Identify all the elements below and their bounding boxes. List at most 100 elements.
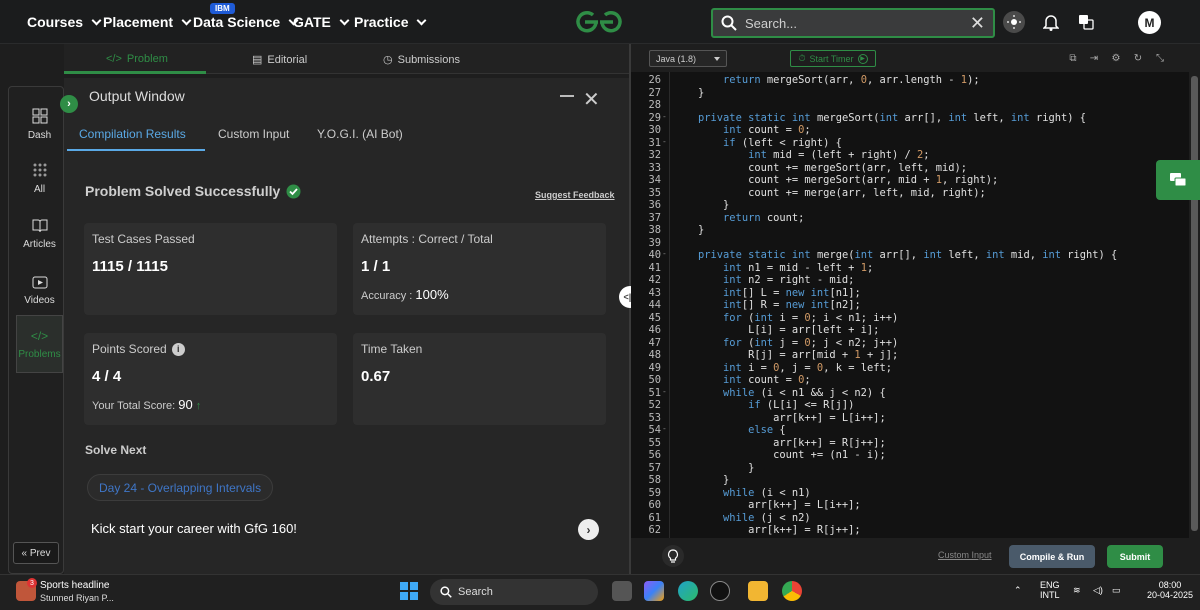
code-line[interactable]: 57 } [631, 462, 1189, 475]
code-line[interactable]: 32 int mid = (left + right) / 2; [631, 149, 1189, 162]
code-line[interactable]: 34 count += mergeSort(arr, mid + 1, righ… [631, 174, 1189, 187]
language-indicator[interactable]: ENG INTL [1040, 580, 1060, 600]
compile-run-button[interactable]: Compile & Run [1009, 545, 1095, 568]
taskbar-search[interactable]: Search [430, 579, 598, 605]
fullscreen-icon[interactable]: ⤡ [1154, 52, 1166, 64]
import-icon[interactable]: ⇥ [1088, 52, 1100, 64]
fold-toggle-icon[interactable]: - [662, 137, 667, 146]
language-select[interactable]: Java (1.8) [649, 50, 727, 67]
code-line[interactable]: 38 } [631, 224, 1189, 237]
nav-placement[interactable]: Placement [103, 14, 192, 30]
theme-toggle-icon[interactable] [1003, 11, 1025, 33]
scrollbar-thumb[interactable] [1191, 76, 1198, 531]
code-line[interactable]: 60 arr[k++] = L[i++]; [631, 499, 1189, 512]
reset-icon[interactable]: ↻ [1132, 52, 1144, 64]
chevron-up-icon[interactable]: ⌃ [1014, 585, 1022, 596]
copy-icon[interactable]: ⧉ [1067, 52, 1079, 64]
clock[interactable]: 08:00 20-04-2025 [1147, 580, 1193, 600]
code-line[interactable]: 44 int[] R = new int[n2]; [631, 299, 1189, 312]
battery-icon[interactable]: ▭ [1112, 585, 1121, 596]
minimize-icon[interactable] [560, 95, 574, 97]
code-line[interactable]: 37 return count; [631, 212, 1189, 225]
dell-icon[interactable] [710, 581, 730, 601]
code-line[interactable]: 33 count += mergeSort(arr, left, mid); [631, 162, 1189, 175]
fold-toggle-icon[interactable]: - [662, 249, 667, 258]
code-line[interactable]: 49 int i = 0, j = 0, k = left; [631, 362, 1189, 375]
code-editor[interactable]: 26 return mergeSort(arr, 0, arr.length -… [631, 72, 1189, 538]
fold-toggle-icon[interactable]: - [662, 387, 667, 396]
close-icon[interactable]: ✕ [583, 87, 600, 112]
nav-gate[interactable]: GATE [293, 14, 350, 30]
code-line[interactable]: 40- private static int merge(int arr[], … [631, 249, 1189, 262]
nav-practice[interactable]: Practice [354, 14, 427, 30]
sidebar-item-videos[interactable]: Videos [16, 263, 63, 319]
code-line[interactable]: 54- else { [631, 424, 1189, 437]
code-line[interactable]: 43 int[] L = new int[n1]; [631, 287, 1189, 300]
code-line[interactable]: 31- if (left < right) { [631, 137, 1189, 150]
copilot-icon[interactable] [644, 581, 664, 601]
code-line[interactable]: 30 int count = 0; [631, 124, 1189, 137]
code-line[interactable]: 42 int n2 = right - mid; [631, 274, 1189, 287]
code-line[interactable]: 55 arr[k++] = R[j++]; [631, 437, 1189, 450]
close-icon[interactable]: ✕ [970, 13, 985, 34]
tab-editorial[interactable]: ▤ Editorial [252, 53, 307, 67]
code-line[interactable]: 36 } [631, 199, 1189, 212]
code-line[interactable]: 51- while (i < n1 && j < n2) { [631, 387, 1189, 400]
code-line[interactable]: 59 while (i < n1) [631, 487, 1189, 500]
translate-icon[interactable] [1075, 11, 1097, 33]
code-line[interactable]: 41 int n1 = mid - left + 1; [631, 262, 1189, 275]
code-line[interactable]: 50 int count = 0; [631, 374, 1189, 387]
code-line[interactable]: 26 return mergeSort(arr, 0, arr.length -… [631, 74, 1189, 87]
edge-browser-icon[interactable] [678, 581, 698, 601]
code-line[interactable]: 28 [631, 99, 1189, 112]
file-explorer-icon[interactable] [748, 581, 768, 601]
code-line[interactable]: 35 count += merge(arr, left, mid, right)… [631, 187, 1189, 200]
chrome-icon[interactable] [782, 581, 802, 601]
fold-toggle-icon[interactable]: - [662, 112, 667, 121]
code-line[interactable]: 29- private static int mergeSort(int arr… [631, 112, 1189, 125]
sidebar-item-articles[interactable]: Articles [16, 206, 63, 262]
sidebar-item-all[interactable]: All [16, 150, 63, 206]
sidebar-item-problems[interactable]: </> Problems [16, 315, 63, 373]
chat-button[interactable] [1156, 160, 1200, 200]
tab-yogi-bot[interactable]: Y.O.G.I. (AI Bot) [317, 127, 403, 141]
submit-button[interactable]: Submit [1107, 545, 1163, 568]
sidebar-item-dash[interactable]: Dash [16, 96, 63, 152]
bell-icon[interactable] [1040, 11, 1062, 33]
tab-compilation-results[interactable]: Compilation Results [79, 127, 186, 141]
code-line[interactable]: 39 [631, 237, 1189, 250]
news-subtitle[interactable]: Stunned Riyan P... [40, 593, 114, 603]
nav-courses[interactable]: Courses [27, 14, 102, 30]
settings-icon[interactable]: ⚙ [1110, 52, 1122, 64]
news-title[interactable]: Sports headline [40, 580, 110, 591]
chevron-right-icon[interactable]: › [578, 519, 599, 540]
code-line[interactable]: 52 if (L[i] <= R[j]) [631, 399, 1189, 412]
tab-problem[interactable]: </> Problem [106, 53, 168, 65]
code-line[interactable]: 62 arr[k++] = R[j++]; [631, 524, 1189, 537]
nav-data-science[interactable]: Data Science [193, 14, 299, 30]
start-timer-button[interactable]: ⏱ Start Timer ▶ [790, 50, 876, 67]
windows-start-icon[interactable] [400, 582, 418, 600]
code-line[interactable]: 58 } [631, 474, 1189, 487]
editor-scrollbar[interactable] [1189, 72, 1200, 538]
expand-icon[interactable]: › [60, 95, 78, 113]
info-icon[interactable]: i [171, 342, 185, 356]
avatar[interactable]: M [1138, 11, 1161, 34]
task-view-icon[interactable] [612, 581, 632, 601]
code-line[interactable]: 45 for (int i = 0; i < n1; i++) [631, 312, 1189, 325]
suggest-feedback-link[interactable]: Suggest Feedback [535, 190, 615, 200]
prev-button[interactable]: « Prev [13, 542, 59, 564]
tab-custom-input[interactable]: Custom Input [218, 127, 289, 141]
custom-input-link[interactable]: Custom Input [938, 550, 992, 560]
tab-submissions[interactable]: ◷ Submissions [383, 53, 460, 67]
code-line[interactable]: 47 for (int j = 0; j < n2; j++) [631, 337, 1189, 350]
next-problem-chip[interactable]: Day 24 - Overlapping Intervals [87, 474, 274, 501]
code-line[interactable]: 46 L[i] = arr[left + i]; [631, 324, 1189, 337]
code-line[interactable]: 27 } [631, 87, 1189, 100]
code-line[interactable]: 56 count += (n1 - i); [631, 449, 1189, 462]
lightbulb-icon[interactable] [662, 545, 684, 567]
code-line[interactable]: 53 arr[k++] = L[i++]; [631, 412, 1189, 425]
wifi-icon[interactable]: ≋ [1073, 585, 1081, 596]
code-line[interactable]: 48 R[j] = arr[mid + 1 + j]; [631, 349, 1189, 362]
gfg-logo-icon[interactable] [574, 9, 624, 35]
